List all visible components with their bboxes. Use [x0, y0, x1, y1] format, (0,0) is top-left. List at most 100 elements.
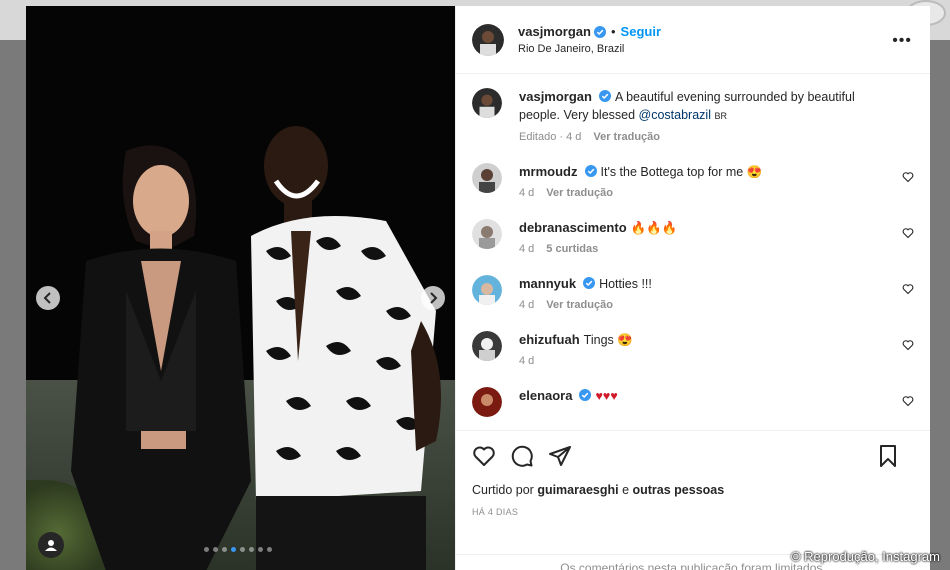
comment-text-line: debranascimento 🔥🔥🔥 — [519, 219, 888, 237]
commenter-avatar[interactable] — [472, 219, 502, 249]
flag-br: BR — [714, 111, 727, 121]
post-caption: vasjmorgan A beautiful evening surrounded… — [472, 88, 914, 143]
comment-meta: 4 d Ver tradução — [519, 299, 888, 311]
image-credit: © Reprodução, Instagram — [790, 549, 940, 564]
post-side-panel: vasjmorgan • Seguir Rio De Janeiro, Braz… — [455, 6, 930, 570]
comment-time: 4 d — [519, 187, 535, 199]
post-media — [26, 6, 455, 570]
comment-username[interactable]: debranascimento — [519, 220, 627, 235]
heart-icon[interactable] — [472, 444, 496, 468]
caption-username[interactable]: vasjmorgan — [519, 89, 592, 104]
chevron-left-icon — [43, 292, 51, 304]
user-tags-button[interactable] — [38, 532, 64, 558]
comment-username[interactable]: ehizufuah — [519, 332, 580, 347]
commenter-avatar[interactable] — [472, 163, 502, 193]
comment-username[interactable]: elenaora — [519, 388, 572, 403]
liked-by-others[interactable]: outras pessoas — [633, 483, 725, 497]
heart-icon[interactable] — [902, 283, 914, 295]
more-options-button[interactable]: ••• — [892, 32, 912, 50]
comment-meta: 4 d 5 curtidas — [519, 243, 888, 255]
comment-username[interactable]: mannyuk — [519, 276, 576, 291]
comment-body: mannyuk Hotties !!! 4 d Ver tradução — [519, 275, 914, 311]
liked-by-middle: e — [618, 483, 633, 497]
comment-text: 🔥🔥🔥 — [630, 221, 678, 235]
comment-icon[interactable] — [510, 444, 534, 468]
photo-man — [251, 126, 441, 570]
carousel-dot-active[interactable] — [231, 547, 236, 552]
comment-text: It's the Bottega top for me 😍 — [600, 165, 763, 179]
comment-translate-link[interactable]: Ver tradução — [546, 299, 613, 311]
comment-time: 4 d — [519, 355, 535, 367]
comment-meta: 4 d Ver tradução — [519, 187, 888, 199]
heart-icon[interactable] — [902, 171, 914, 183]
comment-item: ehizufuah Tings 😍 4 d — [472, 331, 914, 367]
author-avatar[interactable] — [472, 23, 504, 56]
verified-icon — [593, 25, 606, 38]
post-header: vasjmorgan • Seguir Rio De Janeiro, Braz… — [456, 6, 930, 74]
comment-text-line: ehizufuah Tings 😍 — [519, 331, 888, 349]
comments-list[interactable]: vasjmorgan A beautiful evening surrounded… — [456, 74, 930, 430]
heart-icon[interactable] — [902, 339, 914, 351]
carousel-dot[interactable] — [249, 547, 254, 552]
commenter-avatar[interactable] — [472, 275, 502, 305]
heart-icon[interactable] — [902, 395, 914, 407]
bookmark-icon[interactable] — [876, 444, 900, 468]
caption-translate-link[interactable]: Ver tradução — [593, 131, 660, 143]
post-modal: vasjmorgan • Seguir Rio De Janeiro, Braz… — [26, 6, 930, 570]
caption-edited: Editado · 4 d — [519, 131, 582, 143]
comment-body: debranascimento 🔥🔥🔥 4 d 5 curtidas — [519, 219, 914, 255]
comment-time: 4 d — [519, 243, 535, 255]
author-avatar[interactable] — [472, 88, 502, 118]
comment-text-line: mannyuk Hotties !!! — [519, 275, 888, 293]
comment-text: ♥♥♥ — [595, 389, 618, 403]
verified-icon — [583, 277, 596, 289]
comment-meta: 4 d — [519, 355, 888, 367]
author-line: vasjmorgan • Seguir — [518, 24, 661, 39]
verified-icon — [579, 389, 592, 401]
comment-text: Tings 😍 — [583, 333, 633, 347]
liked-by-user[interactable]: guimaraesghi — [537, 483, 618, 497]
comment-text-line: elenaora ♥♥♥ — [519, 387, 888, 405]
comment-body: elenaora ♥♥♥ — [519, 387, 914, 417]
comment-text: Hotties !!! — [599, 277, 652, 291]
comment-body: ehizufuah Tings 😍 4 d — [519, 331, 914, 367]
caption-body: vasjmorgan A beautiful evening surrounded… — [519, 88, 914, 143]
carousel-dot[interactable] — [213, 547, 218, 552]
caption-mention-link[interactable]: @costabrazil — [639, 108, 711, 122]
caption-text-line: vasjmorgan A beautiful evening surrounded… — [519, 88, 874, 125]
liked-by-prefix: Curtido por — [472, 483, 538, 497]
action-icons — [472, 443, 914, 469]
comment-item: elenaora ♥♥♥ — [472, 387, 914, 417]
share-icon[interactable] — [548, 444, 572, 468]
carousel-next-button[interactable] — [421, 286, 445, 310]
header-separator: • — [610, 24, 616, 39]
comment-item: debranascimento 🔥🔥🔥 4 d 5 curtidas — [472, 219, 914, 255]
verified-icon — [584, 165, 597, 177]
carousel-dot[interactable] — [258, 547, 263, 552]
author-username[interactable]: vasjmorgan — [518, 24, 591, 39]
comment-username[interactable]: mrmoudz — [519, 164, 578, 179]
post-actions: Curtido por guimaraesghi e outras pessoa… — [456, 430, 930, 517]
comment-likes-count[interactable]: 5 curtidas — [546, 243, 598, 255]
carousel-dot[interactable] — [267, 547, 272, 552]
carousel-dot[interactable] — [222, 547, 227, 552]
carousel-dot[interactable] — [240, 547, 245, 552]
follow-button[interactable]: Seguir — [621, 24, 661, 39]
chevron-right-icon — [430, 292, 438, 304]
comment-text-line: mrmoudz It's the Bottega top for me 😍 — [519, 163, 888, 181]
heart-icon[interactable] — [902, 227, 914, 239]
caption-meta: Editado · 4 d Ver tradução — [519, 131, 874, 143]
liked-by-text: Curtido por guimaraesghi e outras pessoa… — [472, 483, 914, 497]
post-location[interactable]: Rio De Janeiro, Brazil — [518, 43, 661, 55]
comment-item: mannyuk Hotties !!! 4 d Ver tradução — [472, 275, 914, 311]
commenter-avatar[interactable] — [472, 387, 502, 417]
comment-translate-link[interactable]: Ver tradução — [546, 187, 613, 199]
comment-item: mrmoudz It's the Bottega top for me 😍 4 d… — [472, 163, 914, 199]
carousel-dot[interactable] — [204, 547, 209, 552]
post-header-text: vasjmorgan • Seguir Rio De Janeiro, Braz… — [518, 24, 661, 55]
photo-woman — [71, 145, 251, 570]
carousel-prev-button[interactable] — [36, 286, 60, 310]
post-timestamp[interactable]: HÁ 4 DIAS — [472, 507, 914, 517]
commenter-avatar[interactable] — [472, 331, 502, 361]
comment-body: mrmoudz It's the Bottega top for me 😍 4 d… — [519, 163, 914, 199]
